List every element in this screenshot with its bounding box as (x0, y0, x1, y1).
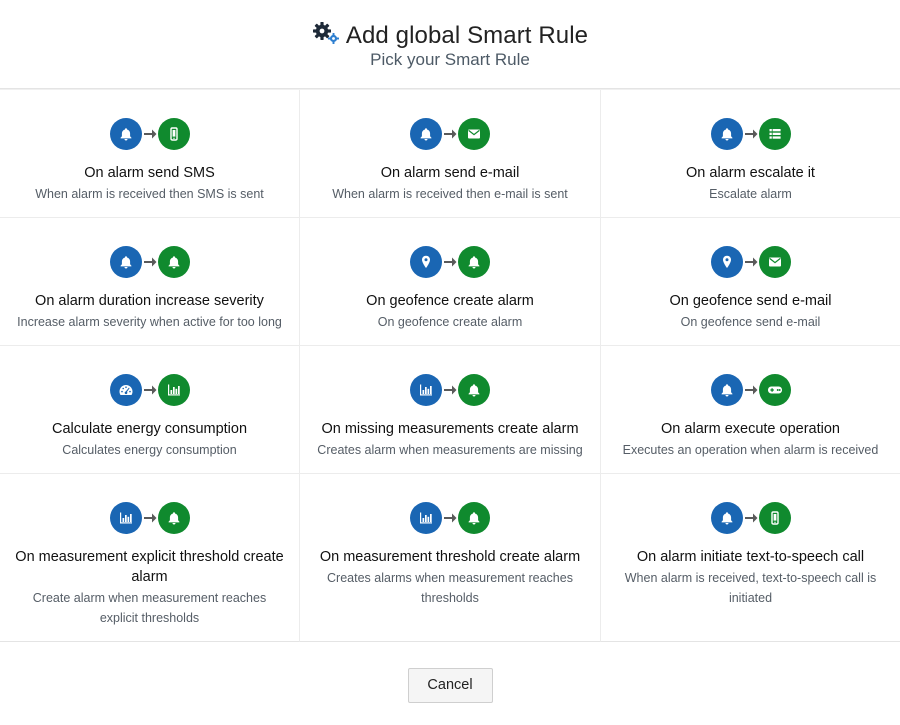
bell-icon (157, 246, 190, 278)
envelope-icon (758, 246, 791, 278)
rule-name: On alarm duration increase severity (35, 293, 264, 309)
rule-description: Creates alarms when measurement reaches … (327, 571, 573, 605)
smart-rule-card[interactable]: On alarm send e-mail When alarm is receiv… (300, 90, 601, 218)
smart-rule-card[interactable]: On measurement threshold create alarm Cre… (300, 474, 601, 642)
rule-description: When alarm is received then e-mail is se… (332, 187, 568, 201)
gamepad-icon (758, 374, 791, 406)
rule-icon-row (601, 374, 900, 406)
rule-icon-row (0, 118, 299, 150)
rule-name: Calculate energy consumption (51, 421, 248, 437)
rule-description: Create alarm when measurement reaches ex… (32, 591, 267, 625)
rule-name: On alarm initiate text-to-speech call (636, 549, 865, 565)
arrow-right-icon (143, 385, 156, 395)
bell-icon (458, 374, 490, 406)
smart-rule-card[interactable]: On alarm escalate it Escalate alarm (601, 90, 900, 218)
rule-description: Calculates energy consumption (62, 443, 237, 457)
rule-icon-row (300, 246, 600, 278)
smart-rule-card[interactable]: On geofence create alarm On geofence crea… (300, 218, 601, 346)
arrow-right-icon (444, 129, 457, 139)
rule-name: On alarm send SMS (84, 165, 215, 181)
rule-description: When alarm is received then SMS is sent (35, 187, 264, 201)
title-row: Add global Smart Rule (0, 22, 900, 50)
arrow-right-icon (744, 257, 757, 267)
dashboard-icon (109, 374, 142, 406)
rule-name: On alarm escalate it (686, 165, 815, 181)
bell-icon (410, 118, 442, 150)
cancel-button[interactable]: Cancel (407, 668, 493, 703)
smart-rule-card[interactable]: Calculate energy consumption Calculates e… (0, 346, 300, 474)
bar-chart-icon (410, 502, 442, 534)
bell-icon (109, 246, 142, 278)
arrow-right-icon (744, 129, 757, 139)
bar-chart-icon (109, 502, 142, 534)
rule-name: On geofence send e-mail (669, 293, 832, 309)
rule-icon-row (0, 246, 299, 278)
map-marker-icon (410, 246, 442, 278)
bell-icon (458, 502, 490, 534)
rule-icon-row (0, 374, 299, 406)
bell-icon (710, 374, 743, 406)
rule-description: Increase alarm severity when active for … (17, 315, 282, 329)
list-icon (758, 118, 791, 150)
bar-chart-icon (410, 374, 442, 406)
smart-rule-card[interactable]: On alarm send SMS When alarm is received … (0, 90, 300, 218)
bell-icon (109, 118, 142, 150)
smart-rule-grid: On alarm send SMS When alarm is received … (0, 89, 900, 642)
rule-description: On geofence send e-mail (680, 315, 821, 329)
smart-rule-card[interactable]: On alarm duration increase severity Incre… (0, 218, 300, 346)
rule-name: On alarm send e-mail (380, 165, 520, 181)
dialog-subtitle: Pick your Smart Rule (370, 50, 530, 69)
rule-description: Escalate alarm (709, 187, 792, 201)
smart-rule-card[interactable]: On geofence send e-mail On geofence send … (601, 218, 900, 346)
rule-icon-row (300, 502, 600, 534)
rule-description: When alarm is received, text-to-speech c… (624, 571, 877, 605)
smart-rule-card[interactable]: On alarm initiate text-to-speech call Whe… (601, 474, 900, 642)
arrow-right-icon (444, 257, 457, 267)
rule-icon-row (300, 374, 600, 406)
smart-rule-card[interactable]: On alarm execute operation Executes an op… (601, 346, 900, 474)
bell-icon (458, 246, 490, 278)
rule-icon-row (0, 502, 299, 534)
arrow-right-icon (143, 257, 156, 267)
rule-name: On missing measurements create alarm (321, 421, 579, 437)
dialog-title: Add global Smart Rule (345, 22, 589, 49)
rule-name: On measurement explicit threshold create… (15, 549, 284, 585)
rule-icon-row (601, 246, 900, 278)
bell-icon (710, 502, 743, 534)
rule-name: On geofence create alarm (366, 293, 534, 309)
rule-description: Creates alarm when measurements are miss… (317, 443, 583, 457)
arrow-right-icon (744, 513, 757, 523)
arrow-right-icon (143, 129, 156, 139)
arrow-right-icon (143, 513, 156, 523)
arrow-right-icon (744, 385, 757, 395)
arrow-right-icon (444, 385, 457, 395)
arrow-right-icon (444, 513, 457, 523)
map-marker-icon (710, 246, 743, 278)
rule-icon-row (300, 118, 600, 150)
gears-icon (312, 22, 339, 44)
smart-rule-card[interactable]: On missing measurements create alarm Crea… (300, 346, 601, 474)
smart-rule-card[interactable]: On measurement explicit threshold create… (0, 474, 300, 642)
rule-description: Executes an operation when alarm is rece… (622, 443, 879, 457)
envelope-icon (458, 118, 490, 150)
rule-description: On geofence create alarm (377, 315, 523, 329)
rule-icon-row (601, 118, 900, 150)
rule-name: On alarm execute operation (661, 421, 840, 437)
bar-chart-icon (157, 374, 190, 406)
mobile-icon (758, 502, 791, 534)
dialog-footer: Cancel (0, 650, 900, 703)
rule-icon-row (601, 502, 900, 534)
mobile-icon (157, 118, 190, 150)
rule-name: On measurement threshold create alarm (319, 549, 581, 565)
dialog-header: Add global Smart Rule Pick your Smart Ru… (0, 0, 900, 89)
bell-icon (710, 118, 743, 150)
bell-icon (157, 502, 190, 534)
